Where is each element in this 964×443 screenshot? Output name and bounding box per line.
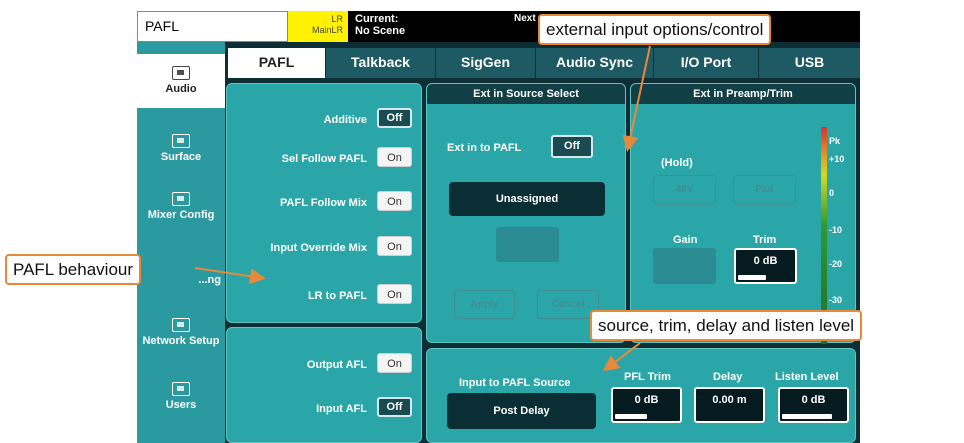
arrow-behaviour xyxy=(194,267,266,285)
arrow-source-trim xyxy=(602,342,641,372)
arrow-external xyxy=(622,45,651,152)
callout-pafl-behaviour: PAFL behaviour xyxy=(5,254,142,285)
callout-external-input: external input options/control xyxy=(538,14,772,45)
annotation-arrows xyxy=(194,45,651,372)
callout-source-trim: source, trim, delay and listen level xyxy=(590,310,863,341)
